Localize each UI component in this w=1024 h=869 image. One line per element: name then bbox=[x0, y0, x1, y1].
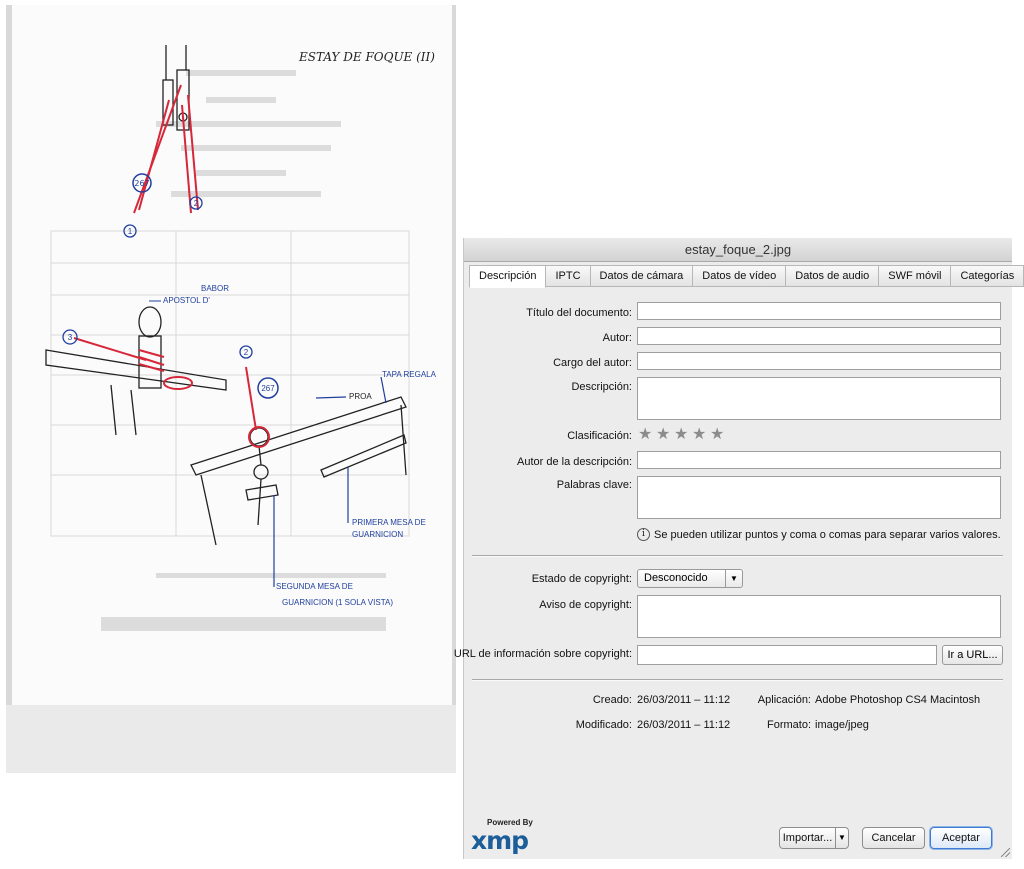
label-primera-mesa-1: PRIMERA MESA DE bbox=[352, 518, 426, 527]
xmp-logo: Powered By xmp bbox=[471, 818, 541, 855]
label-primera-mesa-2: GUARNICION bbox=[352, 530, 403, 539]
import-menu-chevron-icon[interactable]: ▼ bbox=[835, 827, 849, 849]
label-apostol: APOSTOL D' bbox=[163, 296, 210, 305]
mast-block-drawing bbox=[162, 45, 190, 131]
application-label: Aplicación: bbox=[757, 694, 811, 706]
sketch-title: ESTAY DE FOQUE (II) bbox=[298, 50, 435, 64]
separator bbox=[472, 555, 1003, 557]
tab-iptc[interactable]: IPTC bbox=[546, 265, 591, 287]
tab-swf-mobile[interactable]: SWF móvil bbox=[879, 265, 952, 287]
copyright-notice-textarea[interactable] bbox=[637, 595, 1001, 638]
author-position-label: Cargo del autor: bbox=[553, 357, 632, 369]
keywords-textarea[interactable] bbox=[637, 476, 1001, 519]
copyright-url-label: URL de información sobre copyright: bbox=[453, 648, 632, 660]
callout-2-top: 2 bbox=[194, 199, 199, 208]
rigging-sketch: 267 1 2 ESTAY DE FOQUE (II) 3 BABOR APOS… bbox=[45, 45, 437, 631]
dialog-title: estay_foque_2.jpg bbox=[464, 238, 1012, 262]
star-4-icon[interactable]: ★ bbox=[692, 427, 706, 443]
rating-stars: ★ ★ ★ ★ ★ bbox=[638, 427, 724, 443]
import-button[interactable]: Importar... bbox=[779, 827, 836, 849]
star-3-icon[interactable]: ★ bbox=[674, 427, 688, 443]
modified-value: 26/03/2011 – 11:12 bbox=[637, 719, 731, 731]
label-segunda-mesa-1: SEGUNDA MESA DE bbox=[276, 582, 353, 591]
file-info-dialog: estay_foque_2.jpg Descripción IPTC Datos… bbox=[454, 238, 1024, 859]
author-input[interactable] bbox=[637, 327, 1001, 345]
red-rope-right bbox=[245, 366, 257, 431]
author-label: Autor: bbox=[602, 332, 632, 344]
format-value: image/jpeg bbox=[815, 719, 869, 731]
application-value: Adobe Photoshop CS4 Macintosh bbox=[815, 694, 981, 706]
cancel-button[interactable]: Cancelar bbox=[862, 827, 925, 849]
keywords-hint-text: Se pueden utilizar puntos y coma o comas… bbox=[654, 528, 1001, 541]
label-segunda-mesa-2: GUARNICION (1 SOLA VISTA) bbox=[282, 598, 393, 607]
modified-label: Modificado: bbox=[575, 719, 632, 731]
copyright-status-label: Estado de copyright: bbox=[531, 573, 632, 585]
tab-video-data[interactable]: Datos de vídeo bbox=[693, 265, 787, 287]
info-icon: i bbox=[637, 528, 650, 541]
chevron-down-icon: ▼ bbox=[725, 570, 742, 587]
description-textarea[interactable] bbox=[637, 377, 1001, 420]
scanned-sketch-image: 267 1 2 ESTAY DE FOQUE (II) 3 BABOR APOS… bbox=[6, 5, 456, 773]
show-through-table bbox=[50, 230, 410, 537]
description-author-input[interactable] bbox=[637, 451, 1001, 469]
document-title-label: Título del documento: bbox=[526, 307, 632, 319]
rating-label: Clasificación: bbox=[567, 430, 632, 442]
tab-categorias[interactable]: Categorías bbox=[951, 265, 1024, 287]
red-deadeye bbox=[248, 426, 270, 448]
author-position-input[interactable] bbox=[637, 352, 1001, 370]
callout-1: 1 bbox=[128, 227, 133, 236]
callout-2-right: 2 bbox=[244, 348, 249, 357]
resize-grip-icon[interactable] bbox=[1001, 848, 1010, 857]
created-value: 26/03/2011 – 11:12 bbox=[637, 694, 731, 706]
copyright-notice-label: Aviso de copyright: bbox=[539, 599, 632, 611]
description-label: Descripción: bbox=[571, 381, 632, 393]
xmp-wordmark: xmp bbox=[471, 826, 529, 855]
label-proa: PROA bbox=[349, 392, 372, 401]
label-tapa-regala: TAPA REGALA bbox=[382, 370, 437, 379]
accept-button[interactable]: Aceptar bbox=[930, 827, 992, 849]
goto-url-button[interactable]: Ir a URL... bbox=[942, 645, 1003, 665]
document-title-input[interactable] bbox=[637, 302, 1001, 320]
callout-3: 3 bbox=[68, 333, 73, 342]
belaying-pin-drawing bbox=[45, 306, 227, 436]
callout-267-right: 267 bbox=[261, 384, 275, 393]
callout-267-top: 267 bbox=[134, 179, 149, 188]
separator bbox=[472, 679, 1003, 681]
format-label: Formato: bbox=[766, 719, 811, 731]
description-author-label: Autor de la descripción: bbox=[517, 456, 632, 468]
star-1-icon[interactable]: ★ bbox=[638, 427, 652, 443]
red-rope-left bbox=[73, 337, 193, 390]
tab-descripcion[interactable]: Descripción bbox=[469, 265, 547, 288]
created-label: Creado: bbox=[592, 694, 632, 706]
star-5-icon[interactable]: ★ bbox=[710, 427, 724, 443]
copyright-url-input[interactable] bbox=[637, 645, 937, 665]
copyright-status-select[interactable]: Desconocido ▼ bbox=[637, 569, 743, 588]
tab-camera-data[interactable]: Datos de cámara bbox=[590, 265, 694, 287]
star-2-icon[interactable]: ★ bbox=[656, 427, 670, 443]
label-babor: BABOR bbox=[201, 284, 229, 293]
tab-bar: Descripción IPTC Datos de cámara Datos d… bbox=[469, 265, 1024, 288]
copyright-status-value: Desconocido bbox=[644, 572, 708, 584]
keywords-hint: i Se pueden utilizar puntos y coma o com… bbox=[637, 528, 1001, 541]
keywords-label: Palabras clave: bbox=[556, 479, 632, 491]
tab-audio-data[interactable]: Datos de audio bbox=[786, 265, 880, 287]
